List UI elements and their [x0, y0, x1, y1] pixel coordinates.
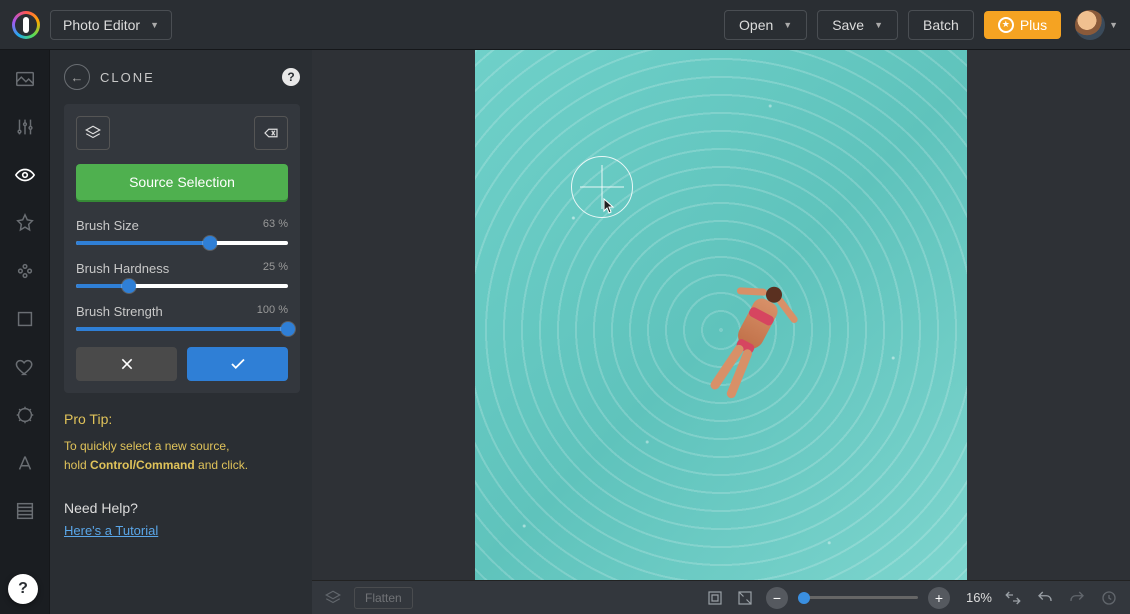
- star-tool-icon[interactable]: [14, 212, 36, 234]
- adjust-sliders-icon[interactable]: [14, 116, 36, 138]
- brush-hardness-label: Brush Hardness: [76, 261, 169, 276]
- user-avatar-menu[interactable]: [1075, 10, 1105, 40]
- heart-icon[interactable]: [14, 356, 36, 378]
- edited-image[interactable]: [475, 50, 967, 580]
- save-button[interactable]: Save ▼: [817, 10, 898, 40]
- clone-panel: ← CLONE ? Source Selection Brush Size 63…: [50, 50, 312, 614]
- image-tool-icon[interactable]: [14, 68, 36, 90]
- apply-button[interactable]: [187, 347, 288, 381]
- chevron-down-icon: ▼: [1109, 20, 1118, 30]
- batch-label: Batch: [923, 17, 959, 33]
- brush-size-slider[interactable]: [76, 241, 288, 245]
- app-logo[interactable]: [12, 11, 40, 39]
- history-icon: [1100, 589, 1118, 607]
- mouse-cursor-icon: [603, 198, 615, 214]
- compare-icon[interactable]: [1004, 589, 1022, 607]
- chevron-down-icon: ▼: [783, 20, 792, 30]
- texture-icon[interactable]: [14, 500, 36, 522]
- gear-icon[interactable]: [14, 404, 36, 426]
- tutorial-link[interactable]: Here's a Tutorial: [64, 523, 158, 538]
- bottom-bar: Flatten − + 16%: [312, 580, 1130, 614]
- brush-hardness-value: 25 %: [263, 261, 288, 276]
- brush-strength-group: Brush Strength 100 %: [76, 304, 288, 331]
- zoom-slider[interactable]: [798, 596, 918, 599]
- redo-icon: [1068, 589, 1086, 607]
- brush-size-label: Brush Size: [76, 218, 139, 233]
- frames-icon[interactable]: [14, 260, 36, 282]
- effects-eye-icon[interactable]: [14, 164, 36, 186]
- brush-strength-value: 100 %: [257, 304, 288, 319]
- help-float-button[interactable]: ?: [8, 574, 38, 604]
- zoom-value: 16%: [966, 590, 992, 605]
- zoom-control: − + 16%: [766, 587, 992, 609]
- pro-tip-text: To quickly select a new source, hold Con…: [64, 437, 300, 474]
- zoom-out-button[interactable]: −: [766, 587, 788, 609]
- actual-size-icon[interactable]: [736, 589, 754, 607]
- erase-icon-button[interactable]: [254, 116, 288, 150]
- chevron-down-icon: ▼: [874, 20, 883, 30]
- brush-size-group: Brush Size 63 %: [76, 218, 288, 245]
- source-selection-button[interactable]: Source Selection: [76, 164, 288, 200]
- app-title-dropdown[interactable]: Photo Editor ▼: [50, 10, 172, 40]
- undo-icon[interactable]: [1036, 589, 1054, 607]
- cancel-button[interactable]: [76, 347, 177, 381]
- brush-hardness-slider[interactable]: [76, 284, 288, 288]
- batch-button[interactable]: Batch: [908, 10, 974, 40]
- chevron-down-icon: ▼: [150, 20, 159, 30]
- plus-upgrade-button[interactable]: ★ Plus: [984, 11, 1061, 39]
- open-button[interactable]: Open ▼: [724, 10, 807, 40]
- canvas-area[interactable]: [312, 50, 1130, 580]
- pro-tip-title: Pro Tip:: [64, 411, 300, 427]
- text-tool-icon[interactable]: [14, 452, 36, 474]
- brush-strength-slider[interactable]: [76, 327, 288, 331]
- layers-icon-button[interactable]: [76, 116, 110, 150]
- brush-strength-label: Brush Strength: [76, 304, 163, 319]
- plus-label: Plus: [1020, 17, 1047, 33]
- clone-target-crosshair: [571, 156, 633, 218]
- brush-size-value: 63 %: [263, 218, 288, 233]
- open-label: Open: [739, 17, 773, 33]
- flatten-button: Flatten: [354, 587, 413, 609]
- top-bar: Photo Editor ▼ Open ▼ Save ▼ Batch ★ Plu…: [0, 0, 1130, 50]
- star-icon: ★: [998, 17, 1014, 33]
- zoom-in-button[interactable]: +: [928, 587, 950, 609]
- save-label: Save: [832, 17, 864, 33]
- tool-strip: [0, 50, 50, 614]
- panel-title: CLONE: [100, 70, 155, 85]
- fit-screen-icon[interactable]: [706, 589, 724, 607]
- brush-hardness-group: Brush Hardness 25 %: [76, 261, 288, 288]
- clone-settings-card: Source Selection Brush Size 63 % Brush H…: [64, 104, 300, 393]
- app-title-label: Photo Editor: [63, 17, 140, 33]
- layers-icon: [324, 589, 342, 607]
- back-button[interactable]: ←: [64, 64, 90, 90]
- need-help-title: Need Help?: [64, 500, 300, 516]
- help-icon[interactable]: ?: [282, 68, 300, 86]
- crop-square-icon[interactable]: [14, 308, 36, 330]
